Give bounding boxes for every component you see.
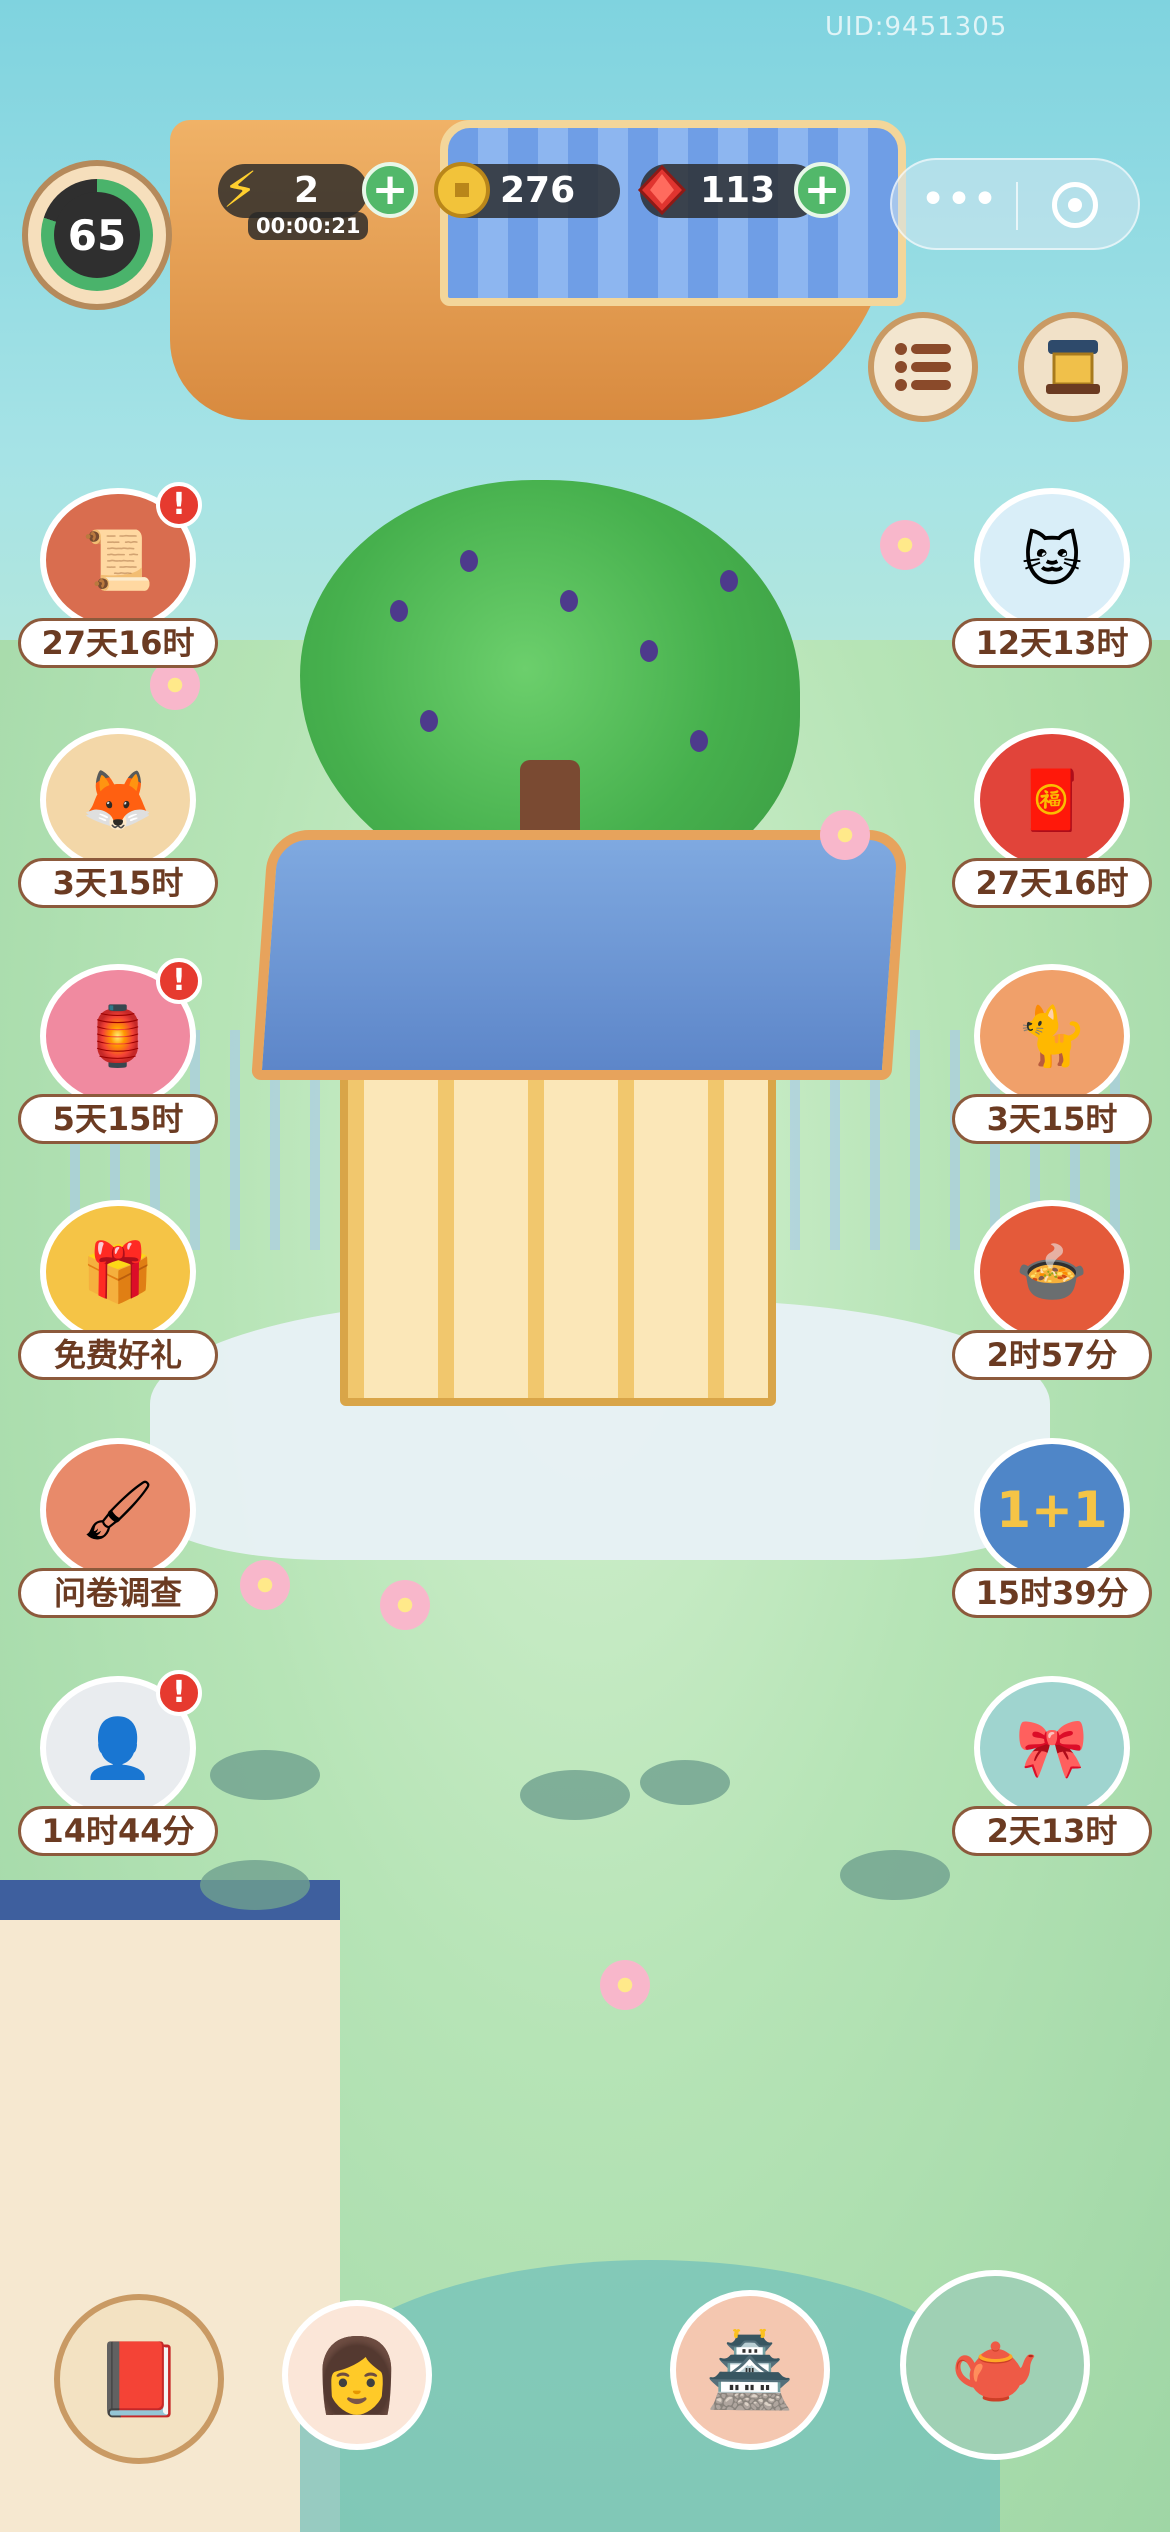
plus-one-icon: 1+1 xyxy=(974,1438,1130,1582)
level-number: 65 xyxy=(54,192,140,278)
stepping-stone xyxy=(200,1860,310,1910)
cat-fan-icon: 🐈 xyxy=(974,964,1130,1108)
mini-program-capsule: ••• xyxy=(890,158,1140,250)
alert-badge: ! xyxy=(156,1670,202,1716)
teapot-icon: 🫖 xyxy=(950,2322,1040,2407)
more-options-button[interactable]: ••• xyxy=(914,178,1004,230)
flower xyxy=(820,810,870,860)
alert-badge: ! xyxy=(156,482,202,528)
right-event-4[interactable]: 🍲 2时57分 xyxy=(952,1190,1152,1390)
journal-book-button[interactable]: 📕 xyxy=(54,2294,224,2464)
berry xyxy=(640,640,658,662)
free-gift-label: 免费好礼 xyxy=(18,1330,218,1380)
add-energy-button[interactable]: + xyxy=(362,162,418,218)
character-portrait-button[interactable]: 👩 xyxy=(282,2300,432,2450)
cat-giftbox-icon: 🎀 xyxy=(974,1676,1130,1820)
alert-badge: ! xyxy=(156,958,202,1004)
coin-icon xyxy=(430,158,494,222)
right-event-3[interactable]: 🐈 3天15时 xyxy=(952,954,1152,1154)
menu-list-button[interactable] xyxy=(868,312,978,422)
left-event-3[interactable]: 🏮 ! 5天15时 xyxy=(18,954,218,1154)
right-event-5[interactable]: 1+1 15时39分 xyxy=(952,1428,1152,1628)
flower xyxy=(880,520,930,570)
stall-icon: 🏯 xyxy=(705,2327,795,2412)
event-timer-label: 27天16时 xyxy=(18,618,218,668)
right-event-6[interactable]: 🎀 2天13时 xyxy=(952,1666,1152,1866)
berry xyxy=(390,600,408,622)
berry xyxy=(460,550,478,572)
gift-compass-icon: 🎁 xyxy=(40,1200,196,1344)
left-event-6[interactable]: 👤 ! 14时44分 xyxy=(18,1666,218,1866)
right-event-1[interactable]: 🐱 12天13时 xyxy=(952,478,1152,678)
capsule-divider xyxy=(1016,182,1018,230)
fox-icon: 🦊 xyxy=(40,728,196,872)
energy-counter: ⚡ 2 xyxy=(218,161,368,219)
pavilion-roof xyxy=(251,830,909,1080)
left-event-2[interactable]: 🦊 3天15时 xyxy=(18,718,218,918)
stepping-stone xyxy=(210,1750,320,1800)
berry xyxy=(560,590,578,612)
right-event-2[interactable]: 🧧 27天16时 xyxy=(952,718,1152,918)
event-timer-label: 5天15时 xyxy=(18,1094,218,1144)
player-level-badge[interactable]: 65 xyxy=(22,160,172,310)
event-timer-label: 3天15时 xyxy=(18,858,218,908)
berry xyxy=(420,710,438,732)
energy-timer: 00:00:21 xyxy=(248,212,369,240)
teapot-button[interactable]: 🫖 xyxy=(900,2270,1090,2460)
feast-icon: 🍲 xyxy=(974,1200,1130,1344)
gem-counter: 113 xyxy=(637,164,820,218)
character-portrait-icon: 👩 xyxy=(312,2332,402,2417)
flower xyxy=(600,1960,650,2010)
uid-watermark: UID:9451305 xyxy=(825,12,1008,42)
stepping-stone xyxy=(840,1850,950,1900)
gem-icon xyxy=(630,158,694,222)
shop-stall-button[interactable]: 🏯 xyxy=(670,2290,830,2450)
red-book-icon: 📕 xyxy=(94,2336,184,2421)
survey-label: 问卷调查 xyxy=(18,1568,218,1618)
stepping-stone xyxy=(640,1760,730,1805)
level-progress-ring: 65 xyxy=(41,179,153,291)
survey-scroll-icon: 🖌 xyxy=(40,1438,196,1582)
event-timer-label: 2天13时 xyxy=(952,1806,1152,1856)
event-timer-label: 14时44分 xyxy=(18,1806,218,1856)
flower xyxy=(240,1560,290,1610)
gold-shop-icon xyxy=(1046,340,1100,394)
bamboo-pavilion[interactable] xyxy=(340,1060,776,1406)
event-timer-label: 2时57分 xyxy=(952,1330,1152,1380)
berry xyxy=(690,730,708,752)
list-icon xyxy=(895,343,951,391)
event-timer-label: 27天16时 xyxy=(952,858,1152,908)
event-timer-label: 3天15时 xyxy=(952,1094,1152,1144)
berry xyxy=(720,570,738,592)
cat-cloud-icon: 🐱 xyxy=(974,488,1130,632)
coin-counter: 276 xyxy=(434,162,620,218)
left-event-1[interactable]: 📜 ! 27天16时 xyxy=(18,478,218,678)
stepping-stone xyxy=(520,1770,630,1820)
energy-value: 2 xyxy=(294,170,320,211)
gem-value: 113 xyxy=(700,170,776,211)
flower xyxy=(380,1580,430,1630)
event-timer-label: 12天13时 xyxy=(952,618,1152,668)
coin-value: 276 xyxy=(500,170,576,211)
fan-fortune-icon: 🧧 xyxy=(974,728,1130,872)
add-gems-button[interactable]: + xyxy=(794,162,850,218)
left-event-5[interactable]: 🖌 问卷调查 xyxy=(18,1428,218,1628)
event-timer-label: 15时39分 xyxy=(952,1568,1152,1618)
shop-button[interactable] xyxy=(1018,312,1128,422)
close-program-button[interactable] xyxy=(1052,182,1098,228)
left-event-4[interactable]: 🎁 免费好礼 xyxy=(18,1190,218,1390)
